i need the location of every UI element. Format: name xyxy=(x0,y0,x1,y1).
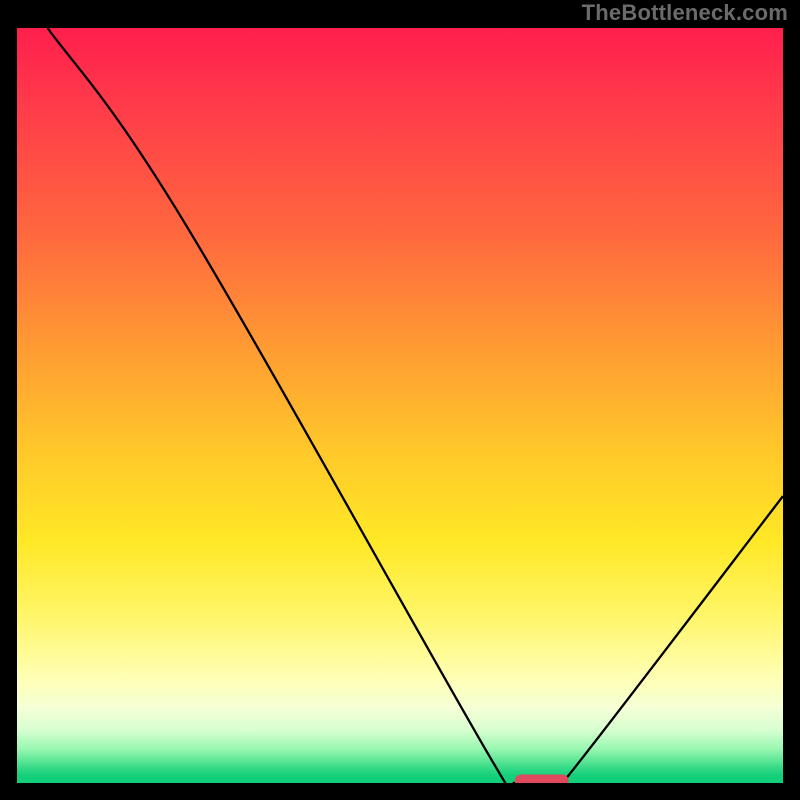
watermark-text: TheBottleneck.com xyxy=(582,0,788,26)
chart-frame: TheBottleneck.com xyxy=(0,0,800,800)
plot-area xyxy=(17,28,783,783)
plot-svg xyxy=(17,28,783,783)
optimal-range-marker xyxy=(515,775,569,784)
bottleneck-curve xyxy=(48,28,783,783)
